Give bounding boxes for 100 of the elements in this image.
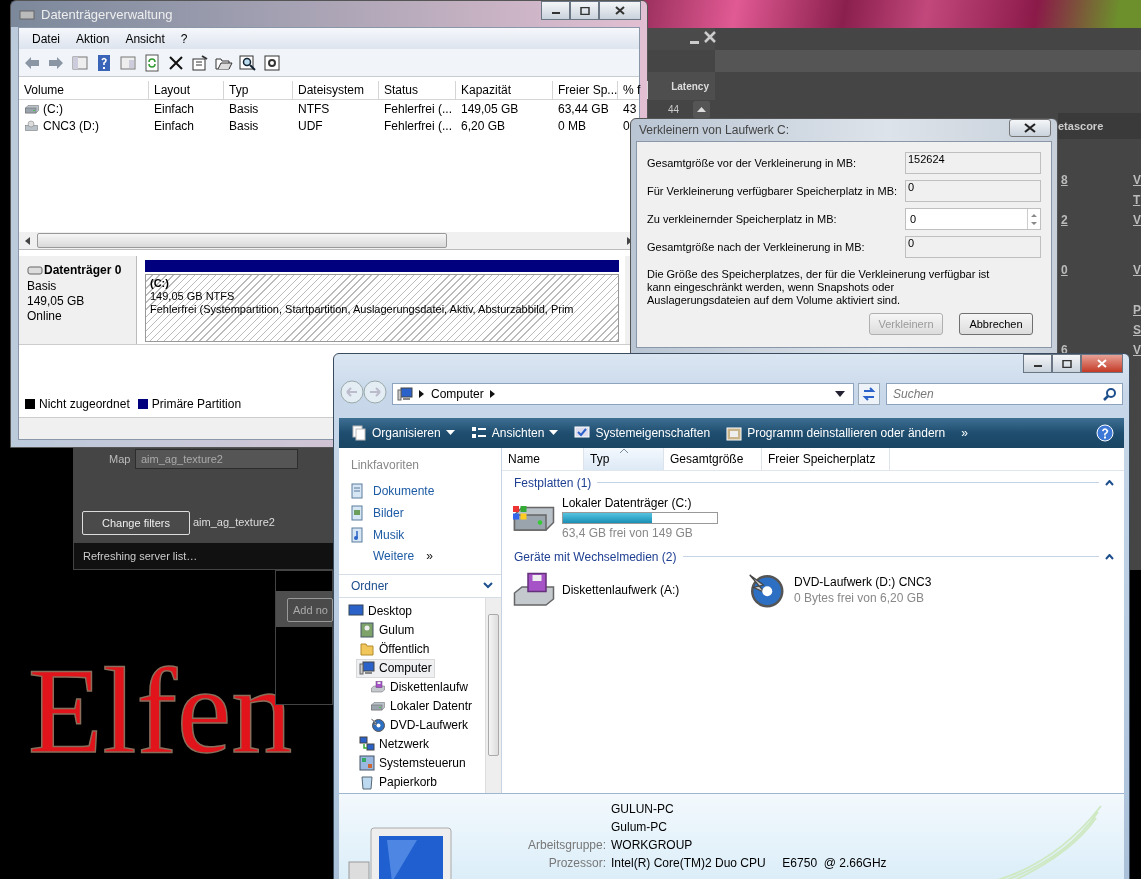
close-button[interactable] bbox=[599, 1, 641, 20]
column-header[interactable]: Freier Speicherplatz bbox=[762, 447, 890, 470]
search-icon[interactable] bbox=[239, 53, 257, 72]
link-cell[interactable]: T bbox=[1133, 193, 1141, 207]
column-header[interactable]: Volume bbox=[19, 81, 149, 99]
note-text: Die Größe des Speicherplatzes, der für die Verkleinerung verfügbar ist kann eingeschränkt werden, wenn Snapshots oder Auslagerungsdateien auf dem Volume aktiviert sind. bbox=[647, 268, 991, 307]
column-header[interactable]: Typ bbox=[224, 81, 293, 99]
table-cell-text: 6,20 GB bbox=[460, 117, 507, 134]
views-icon bbox=[470, 424, 487, 441]
help-icon[interactable] bbox=[95, 53, 113, 72]
search-field[interactable]: Suchen bbox=[886, 382, 1123, 405]
minimize-button[interactable] bbox=[1023, 354, 1052, 373]
table-cell-text: UDF bbox=[297, 117, 324, 134]
drive-tile[interactable]: Lokaler Datenträger (C:) 63,4 GB frei von 149 GB bbox=[510, 495, 728, 540]
cancel-button[interactable]: Abbrechen bbox=[959, 313, 1033, 335]
group-header[interactable]: Festplatten (1) bbox=[514, 475, 592, 490]
folder-tree-item[interactable]: DVD-Laufwerk bbox=[367, 715, 472, 735]
column-header[interactable]: % f bbox=[618, 81, 648, 99]
settings-icon[interactable] bbox=[263, 53, 281, 72]
command-button[interactable]: Ansichten bbox=[468, 424, 561, 441]
link-cell[interactable]: V bbox=[1133, 343, 1141, 357]
table-cell-text: Einfach bbox=[153, 100, 196, 117]
dropdown-icon[interactable] bbox=[835, 390, 845, 397]
computer-description: Gulum-PC bbox=[610, 820, 668, 834]
search-icon[interactable] bbox=[1103, 386, 1117, 401]
change-filters-button[interactable]: Change filters bbox=[82, 511, 190, 535]
folders-header[interactable]: Ordner bbox=[339, 573, 501, 598]
scroll-up-button[interactable] bbox=[693, 101, 710, 118]
minimize-button[interactable] bbox=[541, 1, 570, 20]
breadcrumb-arrow-icon[interactable] bbox=[419, 389, 425, 398]
menu-item[interactable]: Datei bbox=[25, 31, 67, 46]
legend-label: Primäre Partition bbox=[151, 397, 242, 411]
link-cell[interactable]: V bbox=[1133, 263, 1141, 277]
folder-tree-item[interactable]: Netzwerk bbox=[356, 734, 432, 754]
scroll-right-icon[interactable] bbox=[627, 236, 633, 245]
spin-field[interactable]: 0 bbox=[905, 208, 1041, 230]
field-label: Für Verkleinerung verfügbarer Speicherplatz in MB: bbox=[647, 185, 899, 197]
properties-icon[interactable] bbox=[191, 53, 209, 72]
favorite-link[interactable]: Musik bbox=[339, 523, 501, 546]
property-label: Arbeitsgruppe: bbox=[526, 838, 606, 852]
column-header[interactable]: Typ bbox=[584, 447, 664, 470]
disc-drive-icon bbox=[24, 117, 40, 134]
folder-tree-item[interactable]: Lokaler Datentr bbox=[367, 696, 476, 716]
user-folder-icon bbox=[359, 622, 375, 639]
column-header[interactable]: Kapazität bbox=[456, 81, 553, 99]
scroll-left-icon[interactable] bbox=[25, 236, 31, 245]
link-cell[interactable]: V bbox=[1133, 213, 1141, 227]
refresh-icon[interactable] bbox=[143, 53, 161, 72]
column-header[interactable]: Dateisystem bbox=[293, 81, 379, 99]
drive-tile[interactable]: Diskettenlaufwerk (A:) bbox=[510, 569, 728, 610]
favorite-link[interactable]: Dokumente bbox=[339, 479, 501, 502]
dialog-title: Verkleinern von Laufwerk C: bbox=[639, 123, 790, 137]
link-cell[interactable]: P bbox=[1133, 303, 1141, 317]
disc-emblem-icon bbox=[370, 717, 386, 734]
more-commands-button[interactable]: » bbox=[959, 425, 970, 440]
link-cell[interactable]: V bbox=[1133, 173, 1141, 187]
column-header[interactable]: Layout bbox=[149, 81, 224, 99]
command-button[interactable]: Programm deinstallieren oder ändern bbox=[724, 424, 948, 441]
table-cell-text: Fehlerfrei (... bbox=[383, 100, 453, 117]
address-bar[interactable]: Computer bbox=[392, 382, 854, 405]
command-button[interactable]: Systemeigenschaften bbox=[572, 424, 713, 441]
close-icon[interactable] bbox=[704, 31, 716, 43]
column-header[interactable]: Gesamtgröße bbox=[664, 447, 762, 470]
score-cell: 8 bbox=[1061, 173, 1068, 187]
folder-tree-item[interactable]: Papierkorb bbox=[356, 772, 441, 792]
group-header[interactable]: Geräte mit Wechselmedien (2) bbox=[514, 549, 677, 564]
folder-tree-item[interactable]: Desktop bbox=[345, 601, 416, 621]
collapse-icon[interactable] bbox=[1105, 553, 1114, 560]
refresh-button[interactable] bbox=[858, 382, 880, 405]
latency-cell: 44 bbox=[668, 104, 680, 115]
folder-tree-item[interactable]: Öffentlich bbox=[356, 639, 433, 659]
drive-tile[interactable]: DVD-Laufwerk (D:) CNC3 0 Bytes frei von 6,20 GB bbox=[742, 569, 960, 610]
disk-status: Online bbox=[27, 309, 63, 323]
menu-item[interactable]: Aktion bbox=[69, 31, 117, 46]
column-header[interactable]: Freier Sp... bbox=[553, 81, 618, 99]
window-title: Datenträgerverwaltung bbox=[41, 6, 173, 22]
collapse-icon[interactable] bbox=[1105, 479, 1114, 486]
column-header[interactable]: Status bbox=[379, 81, 456, 99]
partition-block[interactable]: (C:) 149,05 GB NTFS Fehlerfrei (Systempartition, Startpartition, Auslagerungsdatei, Aktiv, Absturzabbild, Prim bbox=[145, 274, 619, 342]
folder-tree-item[interactable]: Computer bbox=[356, 658, 435, 678]
close-button[interactable] bbox=[1009, 119, 1051, 137]
menu-item[interactable]: ? bbox=[173, 31, 195, 46]
column-header: Latency bbox=[648, 72, 715, 100]
chevron-icon bbox=[483, 582, 493, 590]
menu-item[interactable]: Ansicht bbox=[118, 31, 172, 46]
add-button[interactable]: Add no bbox=[287, 598, 333, 622]
more-links[interactable]: Weitere » bbox=[339, 545, 501, 566]
folder-tree-item[interactable]: Diskettenlaufw bbox=[367, 677, 472, 697]
program-box-icon bbox=[726, 424, 743, 441]
folder-tree-item[interactable]: Systemsteuerun bbox=[356, 753, 469, 773]
help-icon[interactable] bbox=[1096, 423, 1114, 442]
breadcrumb-arrow-icon[interactable] bbox=[489, 389, 496, 398]
link-cell[interactable]: S bbox=[1133, 323, 1141, 337]
favorite-link[interactable]: Bilder bbox=[339, 501, 501, 524]
command-button[interactable]: Organisieren bbox=[349, 424, 457, 441]
network-icon bbox=[359, 736, 375, 753]
delete-icon[interactable] bbox=[167, 53, 185, 72]
folder-tree-item[interactable]: Gulum bbox=[356, 620, 418, 640]
maximize-button[interactable] bbox=[1052, 354, 1081, 373]
maximize-button[interactable] bbox=[570, 1, 599, 20]
